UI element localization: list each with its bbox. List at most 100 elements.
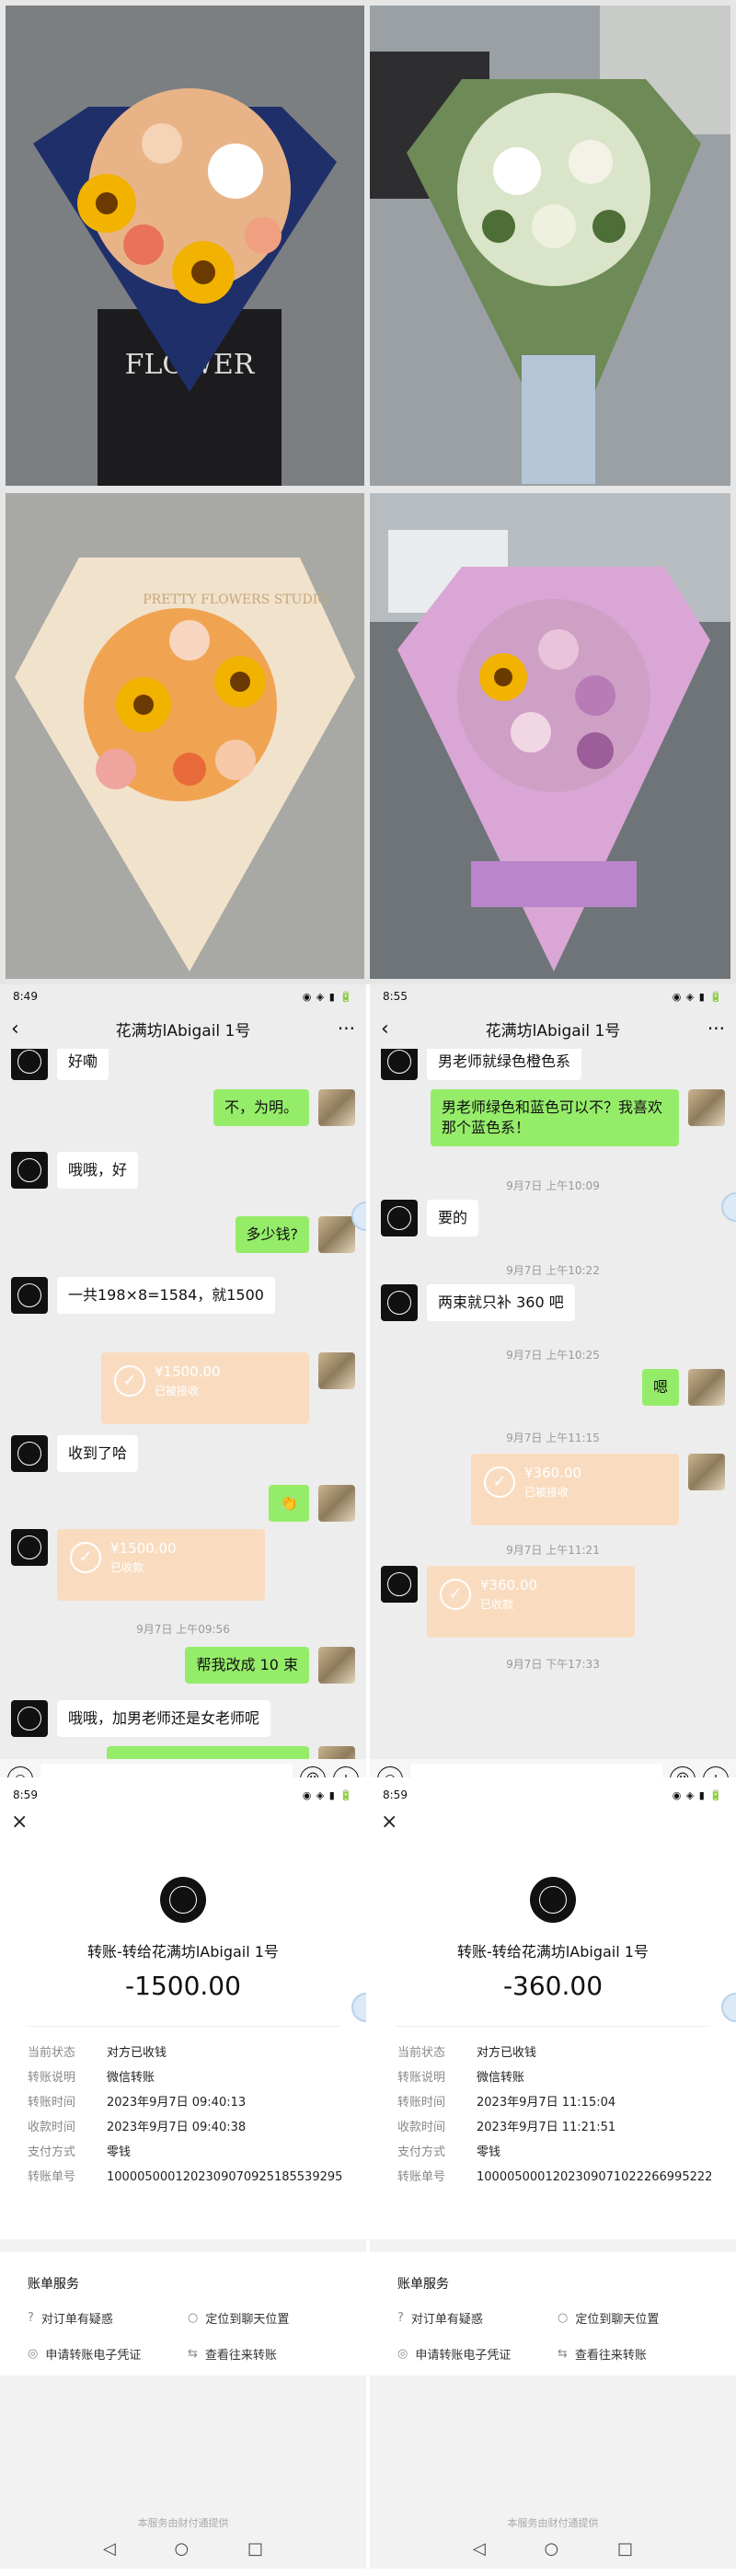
shop-avatar[interactable] [381, 1200, 418, 1236]
message-outgoing: 嗯 [370, 1369, 736, 1406]
message-incoming: 收到了哈 [0, 1435, 366, 1472]
message-outgoing: 多少钱? [0, 1216, 366, 1253]
detail-row: 当前状态 对方已收钱 [397, 2046, 537, 2060]
status-time: 8:49 [13, 990, 38, 1003]
detail-row: 转账说明 微信转账 [28, 2071, 155, 2085]
service-item-voucher[interactable]: ◎ 申请转账电子凭证 [28, 2345, 188, 2363]
shop-avatar[interactable] [381, 1049, 418, 1080]
bill-service-items: ? 对订单有疑惑 ○ 定位到聊天位置 ◎ 申请转账电子凭证 ⇆ 查看往来转账 [28, 2309, 348, 2363]
timestamp: 9月7日 上午10:25 [506, 1349, 600, 1362]
chat-bubble-icon: ○ [558, 2311, 569, 2325]
service-item-history[interactable]: ⇆ 查看往来转账 [558, 2345, 718, 2363]
shop-avatar[interactable] [11, 1529, 48, 1566]
my-avatar[interactable] [318, 1485, 355, 1522]
transfer-amount: -360.00 [502, 1971, 604, 2001]
bouquet-photo-blue: FLOWER [6, 6, 364, 486]
message-incoming: 哦哦，好 [0, 1152, 366, 1189]
my-avatar[interactable] [688, 1369, 725, 1406]
check-icon: ✓ [484, 1466, 515, 1498]
message-incoming: 一共198×8=1584，就1500 [0, 1277, 366, 1314]
my-avatar[interactable] [688, 1089, 725, 1126]
voucher-icon: ◎ [397, 2347, 408, 2361]
nav-back-icon[interactable]: ◁ [103, 2539, 116, 2559]
nav-home-icon[interactable]: ○ [545, 2539, 559, 2559]
shop-avatar[interactable] [11, 1435, 48, 1472]
detail-rows: 当前状态 对方已收钱 转账说明 微信转账 转账时间 2023年9月7日 11:15:0… [397, 2041, 718, 2190]
chat-title: 花满坊lAbigail 1号 [485, 1021, 621, 1041]
bouquet-photo-green [370, 6, 730, 486]
more-icon[interactable]: ··· [333, 1018, 355, 1040]
message-incoming: 两束就只补 360 吧 [370, 1284, 736, 1321]
detail-rows: 当前状态 对方已收钱 转账说明 微信转账 转账时间 2023年9月7日 09:40:1… [28, 2041, 348, 2190]
my-avatar[interactable] [688, 1454, 725, 1490]
back-icon[interactable]: ‹ [11, 1018, 33, 1041]
section-gap [370, 2239, 736, 2252]
timestamp: 9月7日 上午11:21 [506, 1544, 600, 1557]
shop-avatar[interactable] [11, 1049, 48, 1080]
service-item-locate[interactable]: ○ 定位到聊天位置 [558, 2309, 718, 2327]
my-avatar[interactable] [318, 1216, 355, 1253]
message-outgoing: 男老师绿色和蓝色可以不？我喜欢那个蓝色系！ [370, 1089, 736, 1146]
transfer-card[interactable]: ✓ ¥1500.00 已收款 [57, 1529, 265, 1601]
shop-logo [530, 1877, 576, 1923]
transfer-detail-right: 8:59 ◉ ◈ ▮ 🔋 × 转账-转给花满坊lAbigail 1号 -360.… [370, 1777, 736, 2569]
more-icon[interactable]: ··· [703, 1018, 725, 1040]
bill-service-title: 账单服务 [397, 2277, 449, 2292]
detail-row: 转账时间 2023年9月7日 11:15:04 [397, 2096, 616, 2110]
transfer-card[interactable]: ✓ ¥360.00 已收款 [427, 1566, 635, 1638]
nav-recent-icon[interactable]: □ [617, 2539, 633, 2559]
question-icon: ? [397, 2311, 404, 2325]
nav-back-icon[interactable]: ◁ [473, 2539, 486, 2559]
transfer-card-received: ✓ ¥360.00 已收款 [370, 1566, 736, 1638]
timestamp: 9月7日 上午10:09 [506, 1179, 600, 1192]
detail-row: 转账单号 1000050001202309071022266995222 [397, 2170, 713, 2184]
shop-avatar[interactable] [11, 1152, 48, 1189]
transfer-card-sent: ✓ ¥1500.00 已被接收 [0, 1352, 366, 1424]
detail-row: 收款时间 2023年9月7日 09:40:38 [28, 2121, 247, 2134]
status-time: 8:59 [383, 1788, 408, 1801]
nav-home-icon[interactable]: ○ [175, 2539, 190, 2559]
transfer-card[interactable]: ✓ ¥360.00 已被接收 [471, 1454, 679, 1525]
nav-recent-icon[interactable]: □ [247, 2539, 263, 2559]
message-outgoing: 👏 [0, 1485, 366, 1522]
service-item-history[interactable]: ⇆ 查看往来转账 [188, 2345, 348, 2363]
check-icon: ✓ [440, 1579, 471, 1610]
shop-avatar[interactable] [381, 1284, 418, 1321]
transfer-title: 转账-转给花满坊lAbigail 1号 [87, 1943, 279, 1961]
close-icon[interactable]: × [11, 1811, 28, 1834]
question-icon: ? [28, 2311, 34, 2325]
my-avatar[interactable] [318, 1647, 355, 1684]
status-bar: 8:59 ◉ ◈ ▮ 🔋 [0, 1783, 366, 1807]
service-item-locate[interactable]: ○ 定位到聊天位置 [188, 2309, 348, 2327]
status-bar: 8:55 ◉ ◈ ▮ 🔋 [370, 984, 736, 1008]
detail-row: 支付方式 零钱 [397, 2145, 501, 2159]
chat-screen-left: 8:49 ◉ ◈ ▮ 🔋 ‹ 花满坊lAbigail 1号 ··· 好嘞 不，为… [0, 984, 366, 1904]
check-icon: ✓ [114, 1365, 145, 1397]
shop-logo [160, 1877, 206, 1923]
detail-row: 收款时间 2023年9月7日 11:21:51 [397, 2121, 616, 2134]
message-incoming: 哦哦，加男老师还是女老师呢 [0, 1700, 366, 1737]
transfer-card[interactable]: ✓ ¥1500.00 已被接收 [101, 1352, 309, 1424]
message-list[interactable]: 好嘞 不，为明。 哦哦，好 多少钱? 一共198×8=1584，就1500 ✓ ¥… [0, 1049, 366, 1759]
transfer-icon: ⇆ [558, 2347, 568, 2361]
shop-avatar[interactable] [381, 1566, 418, 1603]
back-icon[interactable]: ‹ [381, 1018, 403, 1041]
divider [26, 2026, 340, 2027]
service-item-question[interactable]: ? 对订单有疑惑 [397, 2309, 558, 2327]
transfer-card-received: ✓ ¥1500.00 已收款 [0, 1529, 366, 1601]
service-item-question[interactable]: ? 对订单有疑惑 [28, 2309, 188, 2327]
chat-title: 花满坊lAbigail 1号 [115, 1021, 251, 1041]
transfer-icon: ⇆ [188, 2347, 198, 2361]
shop-avatar[interactable] [11, 1277, 48, 1314]
status-bar: 8:49 ◉ ◈ ▮ 🔋 [0, 984, 366, 1008]
my-avatar[interactable] [318, 1089, 355, 1126]
detail-row: 当前状态 对方已收钱 [28, 2046, 167, 2060]
status-time: 8:59 [13, 1788, 38, 1801]
my-avatar[interactable] [318, 1746, 355, 1759]
message-list[interactable]: 男老师就绿色橙色系 男老师绿色和蓝色可以不？我喜欢那个蓝色系！ 9月7日 上午1… [370, 1049, 736, 1759]
my-avatar[interactable] [318, 1352, 355, 1389]
chat-screen-right: 8:55 ◉ ◈ ▮ 🔋 ‹ 花满坊lAbigail 1号 ··· 男老师就绿色… [370, 984, 736, 1904]
service-item-voucher[interactable]: ◎ 申请转账电子凭证 [397, 2345, 558, 2363]
shop-avatar[interactable] [11, 1700, 48, 1737]
close-icon[interactable]: × [381, 1811, 397, 1834]
